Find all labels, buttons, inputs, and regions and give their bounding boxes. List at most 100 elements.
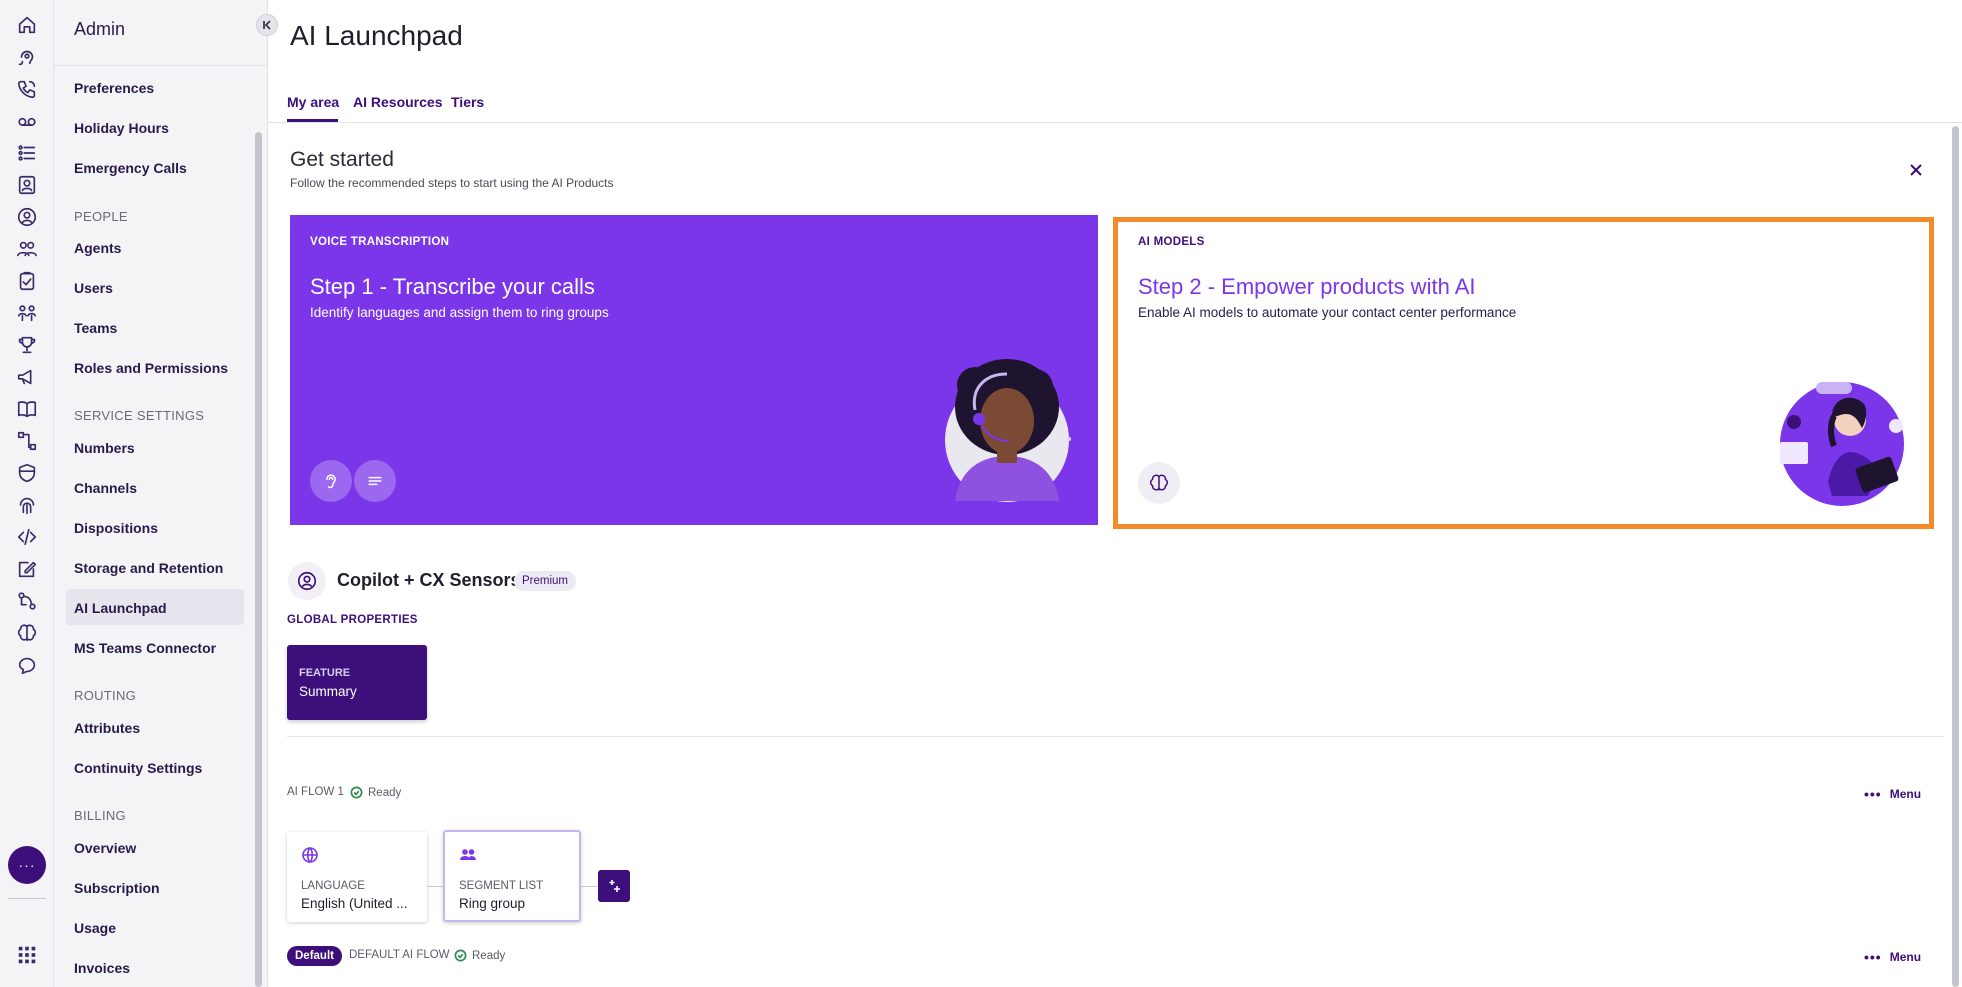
sidebar-item-attributes[interactable]: Attributes: [74, 720, 140, 736]
sidebar-item-ai-launchpad[interactable]: AI Launchpad: [74, 600, 167, 616]
sidebar-section-billing: BILLING: [74, 808, 126, 823]
apps-grid-icon[interactable]: [14, 942, 40, 968]
default-flow-status-text: Ready: [472, 949, 506, 962]
voice-agent-icon[interactable]: [14, 44, 40, 70]
globe-icon: [301, 846, 319, 864]
brain-icon[interactable]: [14, 620, 40, 646]
sidebar-item-emergency-calls[interactable]: Emergency Calls: [74, 160, 187, 176]
ai-flow-1-menu-label: Menu: [1889, 787, 1922, 801]
ai-flow-1-name: AI FLOW 1: [287, 786, 344, 798]
main-scrollbar[interactable]: [1952, 126, 1959, 987]
sidebar-header: Admin: [54, 0, 268, 66]
default-ai-flow-name: DEFAULT AI FLOW: [349, 949, 450, 961]
list-icon[interactable]: [14, 140, 40, 166]
sidebar-item-overview[interactable]: Overview: [74, 840, 136, 856]
step2-card-label: AI MODELS: [1138, 236, 1205, 248]
step2-card-title: Step 2 - Empower products with AI: [1138, 274, 1476, 299]
chat-icon[interactable]: [14, 652, 40, 678]
ai-flow-1-menu-button[interactable]: ••• Menu: [1864, 786, 1921, 802]
sidebar-title: Admin: [74, 19, 126, 39]
rail-divider: [8, 898, 46, 899]
step1-card-title: Step 1 - Transcribe your calls: [310, 274, 595, 299]
language-node[interactable]: LANGUAGE English (United ...: [287, 832, 427, 922]
default-flow-status: Ready: [454, 949, 505, 962]
edit-icon[interactable]: [14, 556, 40, 582]
sidebar-item-invoices[interactable]: Invoices: [74, 960, 130, 976]
step1-card-description: Identify languages and assign them to ri…: [310, 305, 609, 320]
default-flow-menu-button[interactable]: ••• Menu: [1864, 949, 1921, 965]
sidebar-section-service-settings: SERVICE SETTINGS: [74, 408, 205, 423]
node-connector: [581, 886, 597, 887]
code-icon[interactable]: [14, 524, 40, 550]
contacts-icon[interactable]: [14, 172, 40, 198]
sidebar-item-preferences[interactable]: Preferences: [74, 80, 154, 96]
automation-icon[interactable]: [14, 588, 40, 614]
fingerprint-icon[interactable]: [14, 492, 40, 518]
step2-card[interactable]: AI MODELS Step 2 - Empower products with…: [1118, 222, 1929, 524]
step1-card[interactable]: VOICE TRANSCRIPTION Step 1 - Transcribe …: [290, 215, 1098, 525]
feature-summary-card[interactable]: FEATURE Summary: [287, 645, 427, 720]
step1-card-label: VOICE TRANSCRIPTION: [310, 236, 450, 248]
headset-icon[interactable]: [14, 204, 40, 230]
sidebar-item-agents[interactable]: Agents: [74, 240, 121, 256]
language-node-key: LANGUAGE: [301, 880, 365, 892]
default-badge: Default: [287, 946, 342, 966]
sidebar-item-dispositions[interactable]: Dispositions: [74, 520, 158, 536]
more-horizontal-icon: •••: [1864, 786, 1882, 802]
collapse-sidebar-button[interactable]: [256, 14, 278, 36]
feature-value: Summary: [299, 684, 357, 699]
shield-icon[interactable]: [14, 460, 40, 486]
text-lines-icon: [354, 460, 396, 502]
global-properties-label: GLOBAL PROPERTIES: [287, 614, 418, 626]
sidebar-item-numbers[interactable]: Numbers: [74, 440, 135, 456]
sidebar-scrollbar[interactable]: [255, 132, 262, 987]
sidebar-item-users[interactable]: Users: [74, 280, 113, 296]
icon-rail: ···: [0, 0, 54, 987]
org-icon[interactable]: [14, 300, 40, 326]
flow-icon[interactable]: [14, 428, 40, 454]
section-divider: [287, 736, 1943, 737]
team-icon[interactable]: [14, 236, 40, 262]
add-ai-step-button[interactable]: [598, 870, 630, 902]
default-flow-menu-label: Menu: [1889, 950, 1922, 964]
premium-badge: Premium: [514, 571, 577, 591]
page-title: AI Launchpad: [290, 20, 463, 51]
copilot-title: Copilot + CX Sensors: [337, 570, 521, 590]
segment-list-node-key: SEGMENT LIST: [459, 880, 544, 892]
home-icon[interactable]: [14, 12, 40, 38]
ai-user-illustration: [1780, 382, 1904, 506]
node-connector: [427, 886, 443, 887]
tab-tiers[interactable]: Tiers: [451, 94, 484, 110]
get-started-title: Get started: [290, 148, 394, 171]
book-icon[interactable]: [14, 396, 40, 422]
more-horizontal-icon: •••: [1864, 949, 1882, 965]
voicemail-icon[interactable]: [14, 108, 40, 134]
sidebar-item-roles-permissions[interactable]: Roles and Permissions: [74, 360, 228, 376]
hearing-icon: [310, 460, 352, 502]
sidebar-item-subscription[interactable]: Subscription: [74, 880, 160, 896]
check-circle-icon: [454, 949, 467, 962]
tab-my-area[interactable]: My area: [287, 94, 339, 110]
megaphone-icon[interactable]: [14, 364, 40, 390]
sidebar-item-ms-teams-connector[interactable]: MS Teams Connector: [74, 640, 216, 656]
sidebar-item-holiday-hours[interactable]: Holiday Hours: [74, 120, 169, 136]
sidebar-item-continuity-settings[interactable]: Continuity Settings: [74, 760, 202, 776]
segment-list-node[interactable]: SEGMENT LIST Ring group: [443, 830, 581, 922]
sidebar-section-people: PEOPLE: [74, 209, 128, 224]
copilot-icon: [288, 562, 326, 600]
collapse-left-icon: [263, 20, 271, 30]
more-apps-button[interactable]: ···: [8, 846, 46, 884]
clipboard-icon[interactable]: [14, 268, 40, 294]
segment-list-node-value: Ring group: [459, 896, 526, 911]
sidebar-item-usage[interactable]: Usage: [74, 920, 116, 936]
admin-sidebar: Admin Preferences Holiday Hours Emergenc…: [54, 0, 268, 987]
sidebar-item-teams[interactable]: Teams: [74, 320, 117, 336]
step2-card-description: Enable AI models to automate your contac…: [1138, 305, 1517, 320]
sidebar-item-storage-retention[interactable]: Storage and Retention: [74, 560, 223, 576]
phone-call-icon[interactable]: [14, 76, 40, 102]
sidebar-item-channels[interactable]: Channels: [74, 480, 137, 496]
sidebar-section-routing: ROUTING: [74, 688, 137, 703]
trophy-icon[interactable]: [14, 332, 40, 358]
close-get-started-button[interactable]: [1904, 158, 1928, 182]
tab-ai-resources[interactable]: AI Resources: [353, 94, 442, 110]
